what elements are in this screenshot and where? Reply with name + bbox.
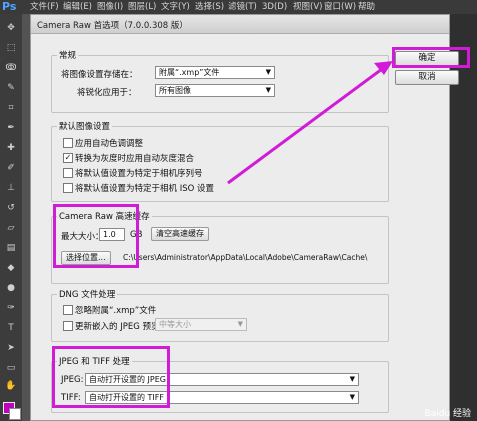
baidu-watermark: Baidu 经验 <box>424 409 471 419</box>
annotation-arrow <box>227 61 393 185</box>
annotation-arrow-layer <box>227 61 393 185</box>
